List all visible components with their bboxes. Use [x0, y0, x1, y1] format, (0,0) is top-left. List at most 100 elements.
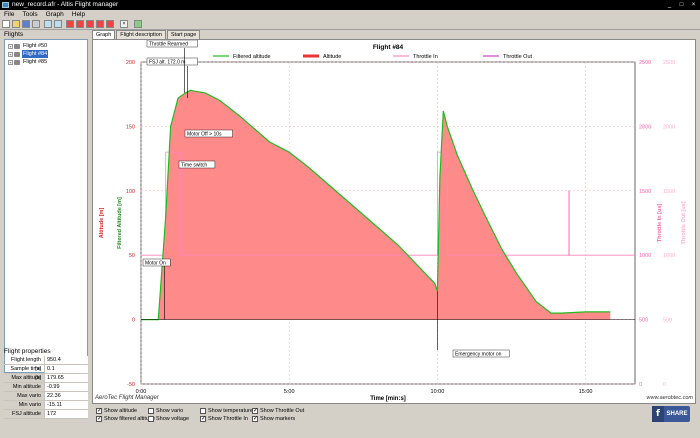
- checkbox-label: Show vario: [156, 407, 184, 414]
- menu-help[interactable]: Help: [68, 10, 89, 19]
- flight-icon-2[interactable]: [76, 20, 84, 28]
- annotation-time-switch: Time switch: [181, 162, 207, 168]
- legend-label: Altitude: [323, 54, 341, 60]
- checkbox-box[interactable]: ✓: [200, 415, 206, 422]
- y-tick-left: 50: [129, 253, 135, 259]
- tab-start-page[interactable]: Start page: [166, 30, 201, 39]
- y-tick-right: 1000: [639, 253, 651, 259]
- flight-icon-4[interactable]: [96, 20, 104, 28]
- property-key: Max vario: [17, 393, 41, 399]
- property-row: Sample time [s] 0.1: [4, 365, 88, 381]
- property-row: Max vario 22.36: [4, 392, 88, 401]
- y-tick-left: -50: [127, 382, 135, 388]
- new-icon[interactable]: [2, 20, 10, 28]
- checkbox-box[interactable]: ✓: [96, 407, 102, 414]
- y-tick-right-2: 1500: [663, 189, 675, 195]
- property-key: Sample time [s]: [10, 366, 41, 381]
- show-temperature-checkbox[interactable]: Show temperature: [200, 407, 253, 414]
- plane-icon: [14, 59, 20, 65]
- tab-flight-description[interactable]: Flight description: [116, 30, 166, 39]
- export-icon[interactable]: [134, 20, 142, 28]
- checkbox-box[interactable]: [148, 415, 154, 422]
- checkbox-box[interactable]: ✓: [252, 415, 258, 422]
- flight-item-selected[interactable]: + Flight #84: [8, 50, 49, 58]
- show-markers-checkbox[interactable]: ✓ Show markers: [252, 415, 295, 422]
- maximize-button[interactable]: □: [677, 1, 686, 9]
- show-throttle-in-checkbox[interactable]: ✓ Show Throttle In: [200, 415, 248, 422]
- flight-chart[interactable]: -500501001502000 0500 5001000 10001500 15002…: [93, 40, 695, 403]
- show-voltage-checkbox[interactable]: Show voltage: [148, 415, 189, 422]
- checkbox-box[interactable]: [148, 407, 154, 414]
- facebook-share-button[interactable]: f SHARE: [652, 406, 690, 422]
- flight-icon-3[interactable]: [86, 20, 94, 28]
- menu-tools[interactable]: Tools: [18, 10, 41, 19]
- property-value: 172: [44, 410, 88, 418]
- expand-icon[interactable]: +: [8, 59, 13, 65]
- open-icon[interactable]: [12, 20, 20, 28]
- y-tick-left: 100: [126, 189, 135, 195]
- legend-label: Throttle Out: [503, 54, 533, 60]
- show-filtered-altitude-checkbox[interactable]: ✓ Show filtered altitude: [96, 415, 155, 422]
- x-tick-label: 10:00: [431, 389, 445, 395]
- flight-item[interactable]: + Flight #50: [8, 42, 48, 50]
- flights-label: Flights: [4, 31, 24, 38]
- annotation-emergency-motor-on: Emergency motor on: [455, 351, 502, 357]
- tab-graph[interactable]: Graph: [92, 30, 116, 39]
- flight-properties-label: Flight properties: [4, 348, 51, 355]
- property-row: Min altitude -0.99: [4, 383, 88, 392]
- expand-icon[interactable]: +: [8, 51, 13, 57]
- y-axis-label-left-2: Filtered Altitude [m]: [117, 197, 123, 249]
- checkbox-label: Show altitude: [104, 407, 138, 414]
- share-label: SHARE: [666, 411, 688, 417]
- save-icon[interactable]: [22, 20, 30, 28]
- property-value: -0.99: [44, 383, 88, 391]
- zoom-in-icon[interactable]: [44, 20, 52, 28]
- checkbox-label: Show temperature: [208, 407, 253, 414]
- print-icon[interactable]: [32, 20, 40, 28]
- flight-item[interactable]: + Flight #85: [8, 58, 48, 66]
- annotation-fsj-alt: FSJ alt. 172.0 m: [149, 59, 185, 65]
- property-value: -15.11: [44, 401, 88, 409]
- y-tick-right: 2000: [639, 124, 651, 130]
- x-tick-label: 5:00: [284, 389, 295, 395]
- checkbox-box[interactable]: [200, 407, 206, 414]
- flight-item-label: Flight #84: [22, 50, 49, 58]
- expand-icon[interactable]: +: [8, 43, 13, 49]
- menu-file[interactable]: File: [0, 10, 18, 19]
- graph-panel[interactable]: -50 0 50 100 150 200 0 0 500 500 1000 1000 1500 1500 2…: [92, 39, 696, 404]
- flight-icon-1[interactable]: [66, 20, 74, 28]
- y-tick-right-2: 500: [663, 318, 672, 324]
- toolbar: ×: [0, 19, 700, 30]
- minimize-button[interactable]: _: [665, 1, 674, 9]
- property-key: Max altitude: [11, 375, 41, 381]
- flights-tree[interactable]: + Flight #50 + Flight #84 + Flight #85: [4, 39, 88, 373]
- close-window-button[interactable]: ×: [689, 1, 698, 9]
- menu-graph[interactable]: Graph: [42, 10, 68, 19]
- checkbox-box[interactable]: ✓: [96, 415, 102, 422]
- legend-label: Throttle In: [413, 54, 438, 60]
- facebook-icon: f: [652, 406, 664, 422]
- app-icon: [2, 2, 9, 8]
- property-value: 950.4: [44, 356, 88, 364]
- footer-left: AeroTec Flight Manager: [94, 395, 160, 401]
- menu-bar: File Tools Graph Help: [0, 10, 700, 19]
- show-altitude-checkbox[interactable]: ✓ Show altitude: [96, 407, 137, 414]
- left-panel: Flights + Flight #50 + Flight #84 + Flig…: [0, 30, 90, 438]
- y-axis-label-right: Throttle In [us]: [657, 204, 663, 243]
- y-tick-right-2: 1000: [663, 253, 675, 259]
- y-tick-right: 0: [639, 382, 642, 388]
- property-key: Flight length [s]: [11, 357, 41, 372]
- tab-strip: Graph Flight description Start page: [92, 30, 201, 39]
- show-throttle-out-checkbox[interactable]: ✓ Show Throttle Out: [252, 407, 304, 414]
- close-icon[interactable]: ×: [120, 20, 128, 28]
- chart-title: Flight #84: [373, 44, 404, 51]
- zoom-out-icon[interactable]: [54, 20, 62, 28]
- window-titlebar: new_record.afr - Altis Flight manager _ …: [0, 0, 700, 10]
- checkbox-box[interactable]: ✓: [252, 407, 258, 414]
- show-vario-checkbox[interactable]: Show vario: [148, 407, 183, 414]
- y-tick-left: 200: [126, 60, 135, 66]
- flight-icon-5[interactable]: [106, 20, 114, 28]
- property-key: Min vario: [18, 402, 41, 408]
- x-axis-label: Time [min:s]: [370, 396, 406, 402]
- y-tick-left: 0: [132, 318, 135, 324]
